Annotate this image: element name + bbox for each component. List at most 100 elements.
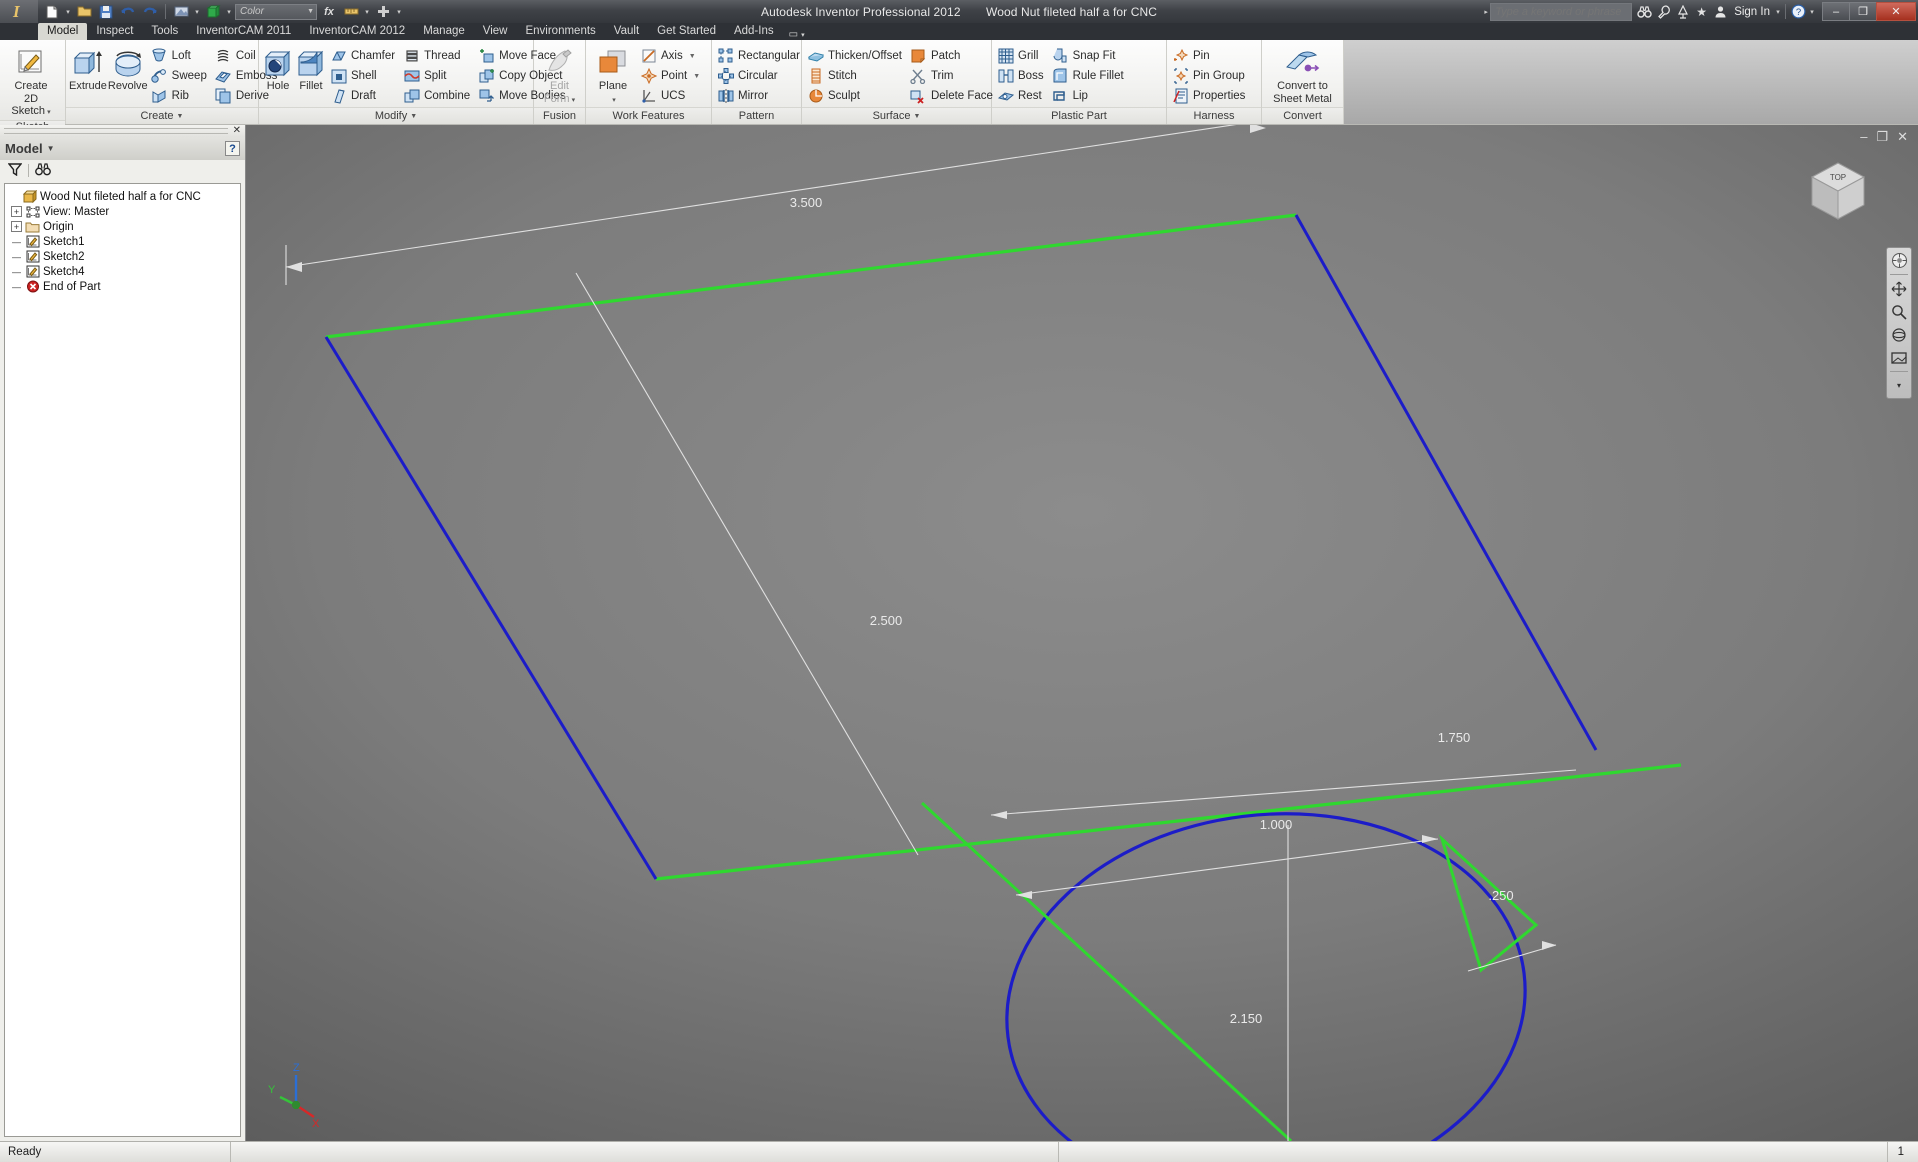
emboss-icon [215,68,232,85]
tab-tools[interactable]: Tools [142,23,187,40]
rectangular-pattern-label: Rectangular [738,50,801,62]
plane-button[interactable]: Plane ▾ [589,44,637,107]
mirror-button[interactable]: Mirror [715,86,805,106]
pin-group-button[interactable]: Pin Group [1170,66,1250,86]
tree-node-origin[interactable]: + Origin [8,219,237,234]
combine-button[interactable]: Combine [401,86,475,106]
chevron-down-icon[interactable]: ▼ [410,113,417,120]
view-cube[interactable]: TOP [1794,151,1882,231]
fillet-button[interactable]: Fillet [295,44,327,93]
tab-vault[interactable]: Vault [605,23,648,40]
zoom-icon[interactable] [1889,302,1909,321]
tab-inspect[interactable]: Inspect [87,23,142,40]
tab-model[interactable]: Model [38,23,88,40]
tree-node-part[interactable]: Wood Nut fileted half a for CNC [8,189,237,204]
hole-button[interactable]: Hole [262,44,294,93]
pin-button[interactable]: Pin [1170,46,1250,66]
thicken-offset-button[interactable]: Thicken/Offset [805,46,907,66]
ribbon-panel-convert: Convert to Sheet Metal Convert [1262,40,1344,124]
tab-add-ins[interactable]: Add-Ins [725,23,783,40]
boss-button[interactable]: Boss [995,66,1049,86]
shell-button[interactable]: Shell [328,66,400,86]
help-badge[interactable]: ? [225,141,240,156]
stitch-button[interactable]: Stitch [805,66,907,86]
create-2d-sketch-button[interactable]: Create 2D Sketch ▾ [3,44,59,120]
chevron-down-icon[interactable]: ▾ [801,31,805,39]
snap-fit-icon [1052,48,1069,65]
full-navigation-wheel-icon[interactable] [1889,251,1909,270]
graphics-viewport[interactable]: – ❐ ✕ 3.500 2.500 1.750 1.000 .250 2.150… [246,125,1918,1141]
thread-button[interactable]: Thread [401,46,475,66]
lip-button[interactable]: Lip [1050,86,1129,106]
chevron-down-icon[interactable]: ▼ [693,73,700,80]
circular-pattern-button[interactable]: Circular [715,66,805,86]
tree-node-sketch1[interactable]: — Sketch1 [8,234,237,249]
modify-small-col-1: Chamfer Shell Draft [328,44,400,106]
orbit-icon[interactable] [1889,325,1909,344]
sculpt-button[interactable]: Sculpt [805,86,907,106]
convert-to-sheet-metal-button[interactable]: Convert to Sheet Metal [1265,44,1340,105]
ucs-button[interactable]: UCS [638,86,705,106]
tree-node-sketch2[interactable]: — Sketch2 [8,249,237,264]
extrude-icon [71,47,105,78]
doc-minimize-button[interactable]: – [1860,130,1867,143]
draft-button[interactable]: Draft [328,86,400,106]
chevron-down-icon[interactable]: ▼ [689,53,696,60]
tree-node-sketch4[interactable]: — Sketch4 [8,264,237,279]
filter-icon[interactable] [7,162,23,179]
delete-face-button[interactable]: Delete Face [908,86,998,106]
extrude-label: Extrude [69,80,107,92]
panel-label-harness: Harness [1167,107,1261,124]
doc-restore-button[interactable]: ❐ [1876,130,1888,143]
trim-button[interactable]: Trim [908,66,998,86]
revolve-button[interactable]: Revolve [108,44,148,93]
tree-label: Wood Nut fileted half a for CNC [40,190,201,203]
ribbon-minimize-icon[interactable]: ▭ [789,29,798,40]
tab-environments[interactable]: Environments [516,23,604,40]
tree-node-end-of-part[interactable]: — End of Part [8,279,237,294]
move-face-icon [478,48,495,65]
pan-icon[interactable] [1889,279,1909,298]
model-tree: Wood Nut fileted half a for CNC + View: … [4,183,241,1137]
tree-node-view-master[interactable]: + View: Master [8,204,237,219]
grill-button[interactable]: Grill [995,46,1049,66]
ribbon-display-options[interactable]: ▭ ▾ [789,29,805,40]
edit-form-button[interactable]: Edit Form ▾ [537,44,582,107]
find-icon[interactable] [35,162,51,179]
browser-drag-handle[interactable]: ✕ [0,125,245,137]
split-button[interactable]: Split [401,66,475,86]
tab-manage[interactable]: Manage [414,23,474,40]
navigation-bar[interactable]: ▾ [1886,247,1912,399]
chevron-down-icon[interactable]: ▼ [47,144,55,153]
rule-fillet-button[interactable]: Rule Fillet [1050,66,1129,86]
expand-icon[interactable]: + [11,221,22,232]
chevron-down-icon[interactable]: ▼ [913,113,920,120]
snap-fit-button[interactable]: Snap Fit [1050,46,1129,66]
properties-button[interactable]: Properties [1170,86,1250,106]
tab-inventorcam-2012[interactable]: InventorCAM 2012 [300,23,414,40]
status-right-group: 1 [1886,1142,1918,1162]
sweep-button[interactable]: Sweep [149,66,212,86]
hole-circle [1005,812,1527,1141]
plane-label: Plane [598,80,628,92]
tab-view[interactable]: View [474,23,517,40]
draft-icon [330,88,347,105]
look-at-icon[interactable] [1889,348,1909,367]
rule-fillet-label: Rule Fillet [1072,70,1124,82]
rectangular-pattern-button[interactable]: Rectangular [715,46,805,66]
chamfer-button[interactable]: Chamfer [328,46,400,66]
point-button[interactable]: Point ▼ [638,66,705,86]
extrude-button[interactable]: Extrude [69,44,107,93]
axis-button[interactable]: Axis ▼ [638,46,705,66]
tab-inventorcam-2011[interactable]: InventorCAM 2011 [187,23,300,40]
rib-button[interactable]: Rib [149,86,212,106]
loft-button[interactable]: Loft [149,46,212,66]
rest-button[interactable]: Rest [995,86,1049,106]
doc-close-button[interactable]: ✕ [1897,130,1908,143]
navbar-menu-icon[interactable]: ▾ [1889,376,1909,395]
close-icon[interactable]: ✕ [233,126,241,136]
chevron-down-icon[interactable]: ▼ [177,113,184,120]
tab-get-started[interactable]: Get Started [648,23,725,40]
expand-icon[interactable]: + [11,206,22,217]
patch-button[interactable]: Patch [908,46,998,66]
